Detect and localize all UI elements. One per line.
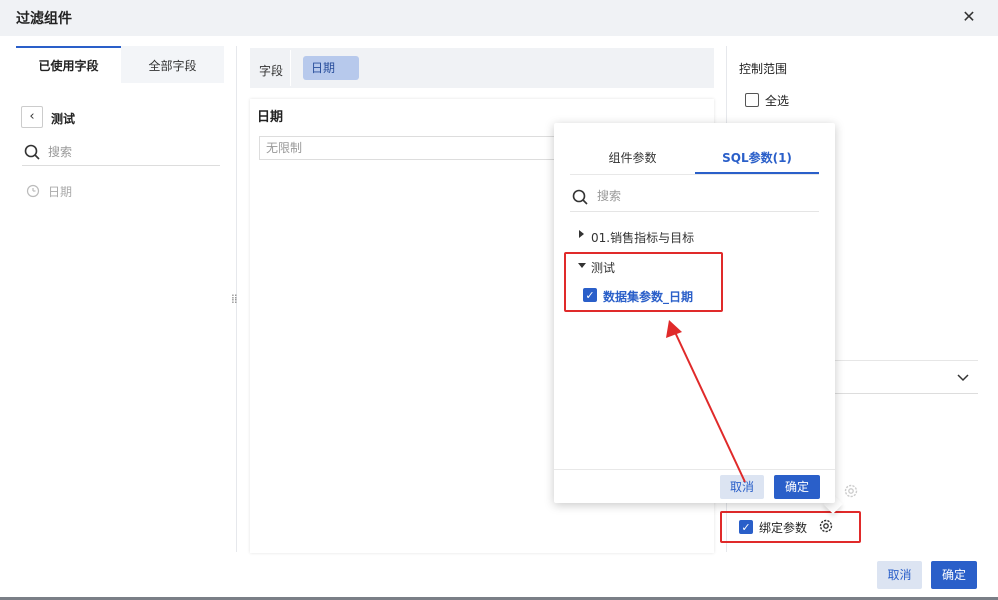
chevron-down-icon bbox=[957, 374, 969, 382]
close-icon[interactable]: ✕ bbox=[958, 6, 980, 28]
back-button[interactable]: ‹ bbox=[21, 106, 43, 128]
popup-ok-button[interactable]: 确定 bbox=[774, 475, 820, 499]
dialog-title: 过滤组件 bbox=[16, 11, 72, 27]
tab-sql-params[interactable]: SQL参数(1) bbox=[695, 148, 819, 174]
tree-node-sales[interactable]: 01.销售指标与目标 bbox=[591, 229, 694, 246]
bind-param-label: 绑定参数 bbox=[759, 521, 808, 535]
field-chip-date[interactable]: 日期 bbox=[303, 56, 359, 80]
field-divider bbox=[290, 50, 291, 86]
search-icon bbox=[24, 144, 40, 160]
widget-date-input[interactable]: 无限制 bbox=[259, 136, 559, 160]
tree-node-test[interactable]: 测试 bbox=[591, 259, 615, 276]
caret-down-icon[interactable] bbox=[578, 263, 586, 268]
select-all-checkbox[interactable] bbox=[745, 93, 759, 107]
tab-all-fields[interactable]: 全部字段 bbox=[121, 46, 224, 83]
field-label: 字段 bbox=[259, 64, 284, 78]
gear-icon[interactable] bbox=[818, 518, 834, 534]
popup-search-input[interactable]: 搜索 bbox=[597, 187, 621, 204]
dialog-header bbox=[0, 0, 998, 36]
select-all-label: 全选 bbox=[765, 94, 790, 108]
ok-button[interactable]: 确定 bbox=[931, 561, 977, 589]
tab-underline bbox=[570, 174, 819, 175]
widget-title: 日期 bbox=[257, 110, 284, 125]
chevron-left-icon: ‹ bbox=[29, 109, 35, 124]
caret-right-icon[interactable] bbox=[579, 230, 584, 238]
param-checkbox[interactable]: ✓ bbox=[583, 288, 597, 302]
gear-icon[interactable] bbox=[843, 483, 859, 499]
tab-used-fields[interactable]: 已使用字段 bbox=[16, 46, 121, 83]
control-range-label: 控制范围 bbox=[739, 62, 788, 76]
clock-icon bbox=[26, 184, 40, 198]
param-popup bbox=[554, 123, 835, 503]
search-underline bbox=[570, 211, 819, 212]
cancel-button[interactable]: 取消 bbox=[877, 561, 922, 589]
drag-handle-icon[interactable]: ⁞⁞ bbox=[231, 292, 238, 306]
field-item-date[interactable]: 日期 bbox=[48, 183, 72, 200]
bind-param-checkbox[interactable]: ✓ bbox=[739, 520, 753, 534]
tree-leaf-date-param[interactable]: 数据集参数_日期 bbox=[603, 288, 693, 305]
folder-label: 测试 bbox=[51, 112, 76, 126]
check-icon: ✓ bbox=[741, 521, 751, 534]
left-search-placeholder: 搜索 bbox=[48, 145, 73, 159]
tab-widget-params[interactable]: 组件参数 bbox=[570, 148, 695, 174]
popup-cancel-button[interactable]: 取消 bbox=[720, 475, 764, 499]
search-icon bbox=[572, 189, 588, 205]
check-icon: ✓ bbox=[585, 289, 595, 302]
popup-footer-divider bbox=[554, 469, 835, 470]
